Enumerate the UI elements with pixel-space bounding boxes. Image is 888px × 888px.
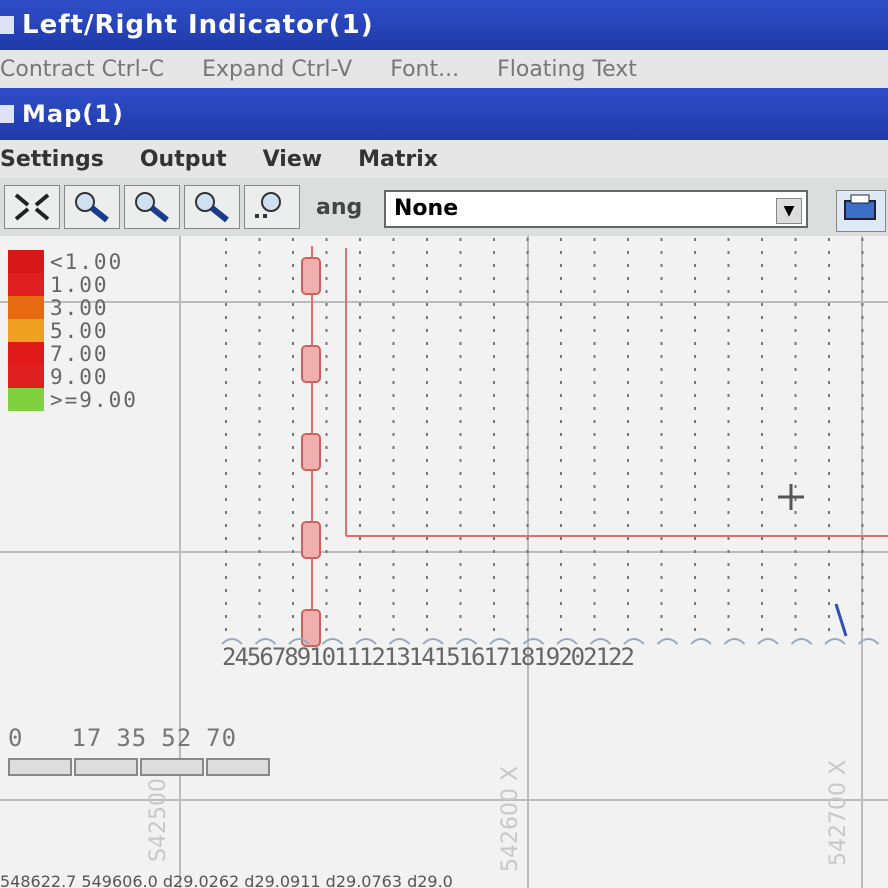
tick-label: 22 xyxy=(608,643,635,671)
legend-row: 5.00 xyxy=(8,319,138,343)
menu-view[interactable]: View xyxy=(263,147,322,172)
map-window-titlebar[interactable]: Map(1) xyxy=(0,88,888,140)
scale-label: 17 xyxy=(71,724,103,752)
printer-icon xyxy=(844,194,876,220)
scale-segment xyxy=(140,758,204,776)
direction-pointer-icon xyxy=(834,603,848,637)
color-legend: <1.00 1.00 3.00 5.00 7.00 9.00 >=9.00 xyxy=(8,250,138,412)
ang-label: ang xyxy=(316,194,363,220)
indicator-window-title: Left/Right Indicator(1) xyxy=(22,10,374,40)
scale-label: 52 xyxy=(161,724,193,752)
menu-font[interactable]: Font... xyxy=(390,57,459,82)
x-coordinate-label: 542700 X xyxy=(826,759,851,866)
ang-select[interactable]: None ▼ xyxy=(384,190,808,228)
tick-label: 5 xyxy=(246,643,262,671)
legend-row: 3.00 xyxy=(8,296,138,320)
menu-contract[interactable]: Contract Ctrl-C xyxy=(0,57,164,82)
row-end-arc xyxy=(656,638,679,645)
tick-label: 21 xyxy=(583,643,610,671)
route-marker-icon xyxy=(301,257,321,295)
row-end-arc xyxy=(690,638,712,645)
window-icon xyxy=(0,105,14,123)
zoom-previous-button[interactable] xyxy=(244,185,300,229)
tick-label: 4 xyxy=(234,643,249,671)
indicator-menu-bar: Contract Ctrl-C Expand Ctrl-V Font... Fl… xyxy=(0,50,888,88)
menu-floating-text[interactable]: Floating Text xyxy=(497,57,637,82)
tick-label: 14 xyxy=(408,643,436,671)
legend-swatch xyxy=(8,319,44,342)
tick-label: 8 xyxy=(284,643,299,671)
scale-segments xyxy=(8,758,272,776)
map-canvas[interactable]: <1.00 1.00 3.00 5.00 7.00 9.00 >=9.00 24… xyxy=(0,236,888,888)
zoom-window-button[interactable] xyxy=(184,185,240,229)
scale-segment xyxy=(8,758,72,776)
menu-expand[interactable]: Expand Ctrl-V xyxy=(202,57,352,82)
window-icon xyxy=(0,16,14,34)
x-coordinate-label: 542600 X xyxy=(498,765,523,872)
legend-swatch xyxy=(8,388,44,411)
route-marker-icon xyxy=(301,345,321,383)
tick-label: 15 xyxy=(433,643,461,671)
fit-extent-button[interactable] xyxy=(4,185,60,229)
row-end-arc xyxy=(824,638,846,645)
tick-label: 10 xyxy=(309,643,336,671)
tick-label: 11 xyxy=(334,643,361,671)
zoom-previous-icon xyxy=(255,192,281,218)
zoom-window-icon xyxy=(195,192,229,223)
row-end-arc xyxy=(757,638,779,645)
indicator-window-titlebar[interactable]: Left/Right Indicator(1) xyxy=(0,0,888,50)
zoom-in-button[interactable] xyxy=(64,185,120,229)
legend-swatch xyxy=(8,342,44,365)
legend-swatch xyxy=(8,296,44,319)
tick-label: 20 xyxy=(558,643,585,671)
tick-label: 17 xyxy=(483,643,511,671)
crosshair-cursor-icon xyxy=(778,484,804,510)
zoom-in-icon xyxy=(75,192,109,223)
scale-segment xyxy=(74,758,138,776)
tick-label: 19 xyxy=(533,643,560,671)
scale-label: 0 xyxy=(8,724,24,752)
menu-matrix[interactable]: Matrix xyxy=(358,147,438,172)
legend-row: <1.00 xyxy=(8,250,138,274)
tick-label: 6 xyxy=(259,643,274,671)
zoom-out-icon xyxy=(135,192,169,223)
column-tick-labels: 245678910111213141516171819202122 xyxy=(222,643,635,671)
menu-output[interactable]: Output xyxy=(140,147,227,172)
y-coordinate-label: S42500 xyxy=(146,778,171,862)
route-marker-icon xyxy=(301,521,321,559)
row-end-arc xyxy=(790,638,813,645)
print-button[interactable] xyxy=(836,190,886,232)
tick-label: 9 xyxy=(296,643,312,671)
route-marker-icon xyxy=(301,433,321,471)
scale-labels: 0 17 35 52 70 xyxy=(8,724,272,752)
legend-swatch xyxy=(8,250,44,273)
dropdown-arrow-icon[interactable]: ▼ xyxy=(776,198,802,224)
map-window-title: Map(1) xyxy=(22,100,124,128)
tick-label: 2 xyxy=(222,643,237,671)
fit-extent-icon xyxy=(14,193,50,221)
status-bar: 548622.7 549606.0 d29.0262 d29.0911 d29.… xyxy=(0,872,453,888)
legend-row: 9.00 xyxy=(8,365,138,389)
scale-segment xyxy=(206,758,270,776)
legend-swatch xyxy=(8,273,44,296)
tick-label: 16 xyxy=(458,643,486,671)
tick-label: 18 xyxy=(508,643,535,671)
scale-label: 70 xyxy=(206,724,238,752)
row-end-arc xyxy=(723,638,746,645)
scale-bar: 0 17 35 52 70 xyxy=(8,724,272,776)
legend-swatch xyxy=(8,365,44,388)
map-toolbar: ang None ▼ xyxy=(0,178,888,236)
map-menu-bar: Settings Output View Matrix xyxy=(0,140,888,178)
tick-label: 13 xyxy=(383,643,411,671)
legend-row: 7.00 xyxy=(8,342,138,366)
tick-label: 7 xyxy=(271,643,287,671)
legend-row: >=9.00 xyxy=(8,388,138,412)
legend-row: 1.00 xyxy=(8,273,138,297)
ang-select-value: None xyxy=(394,196,459,221)
tick-label: 12 xyxy=(358,643,386,671)
scale-label: 35 xyxy=(116,724,148,752)
zoom-out-button[interactable] xyxy=(124,185,180,229)
menu-settings[interactable]: Settings xyxy=(0,147,104,172)
